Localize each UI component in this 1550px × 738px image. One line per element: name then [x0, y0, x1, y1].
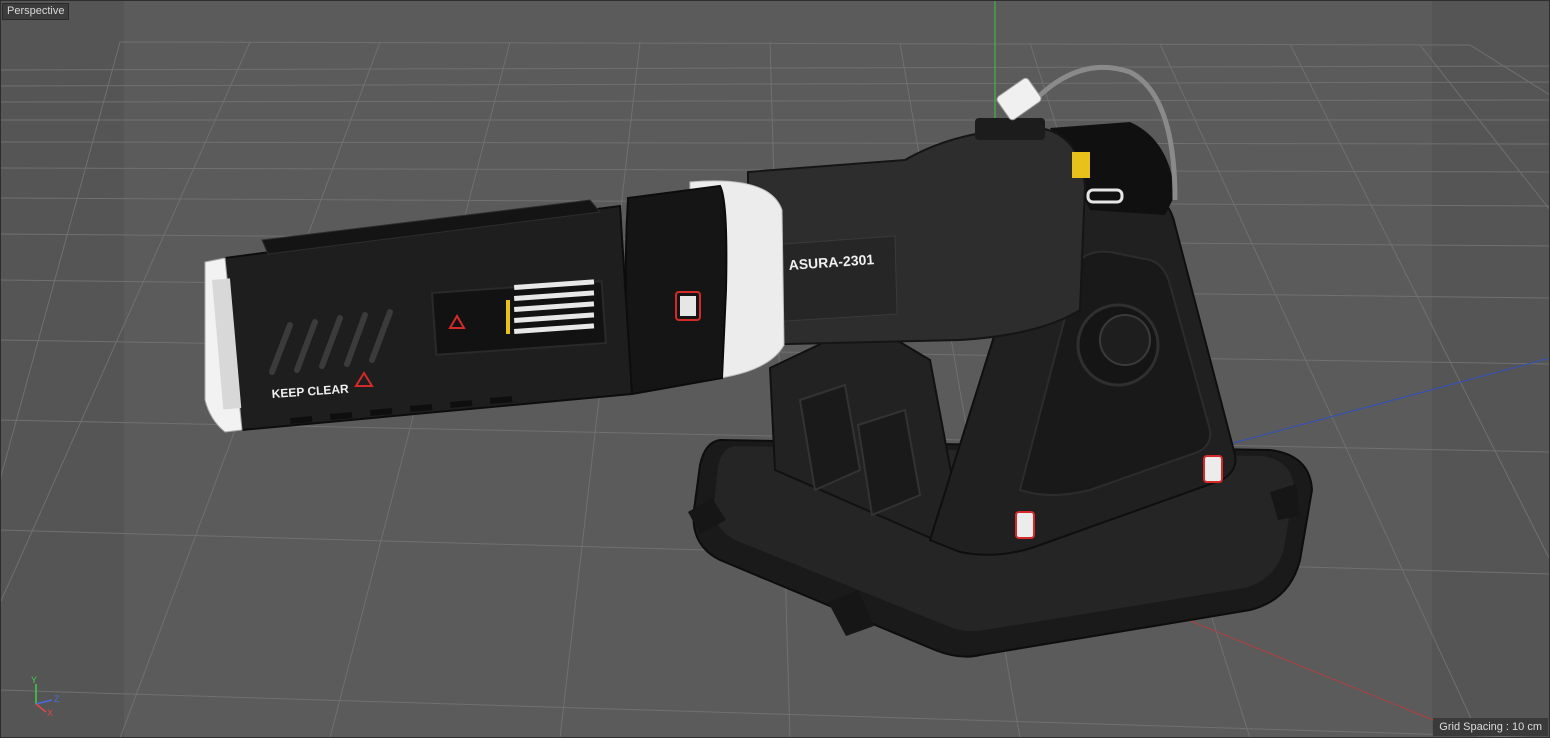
yellow-label — [1072, 152, 1090, 178]
scene-canvas[interactable]: ASURA-2301 KEEP CLEAR Y Z X — [0, 0, 1550, 738]
gizmo-x-label: X — [47, 708, 53, 718]
receiver-top-panel — [975, 118, 1045, 140]
axis-gizmo: Y Z X — [31, 675, 60, 718]
pivot-cap — [1099, 314, 1151, 366]
hazard-stripes — [506, 300, 510, 334]
view-menu-label[interactable]: Perspective — [2, 3, 70, 20]
grid-spacing-readout: Grid Spacing : 10 cm — [1433, 718, 1548, 736]
viewport-perspective[interactable]: ASURA-2301 KEEP CLEAR Y Z X Perspective … — [0, 0, 1550, 738]
turret-model[interactable]: ASURA-2301 KEEP CLEAR — [204, 64, 1314, 658]
warning-tag-face — [680, 296, 696, 316]
gizmo-y-label: Y — [31, 675, 37, 685]
base-warning-tag — [1015, 511, 1035, 539]
name-plate-panel — [769, 235, 898, 323]
base-warning-tag — [1203, 455, 1223, 483]
barrel-sleeve — [624, 184, 728, 396]
gizmo-z-label: Z — [54, 694, 60, 704]
